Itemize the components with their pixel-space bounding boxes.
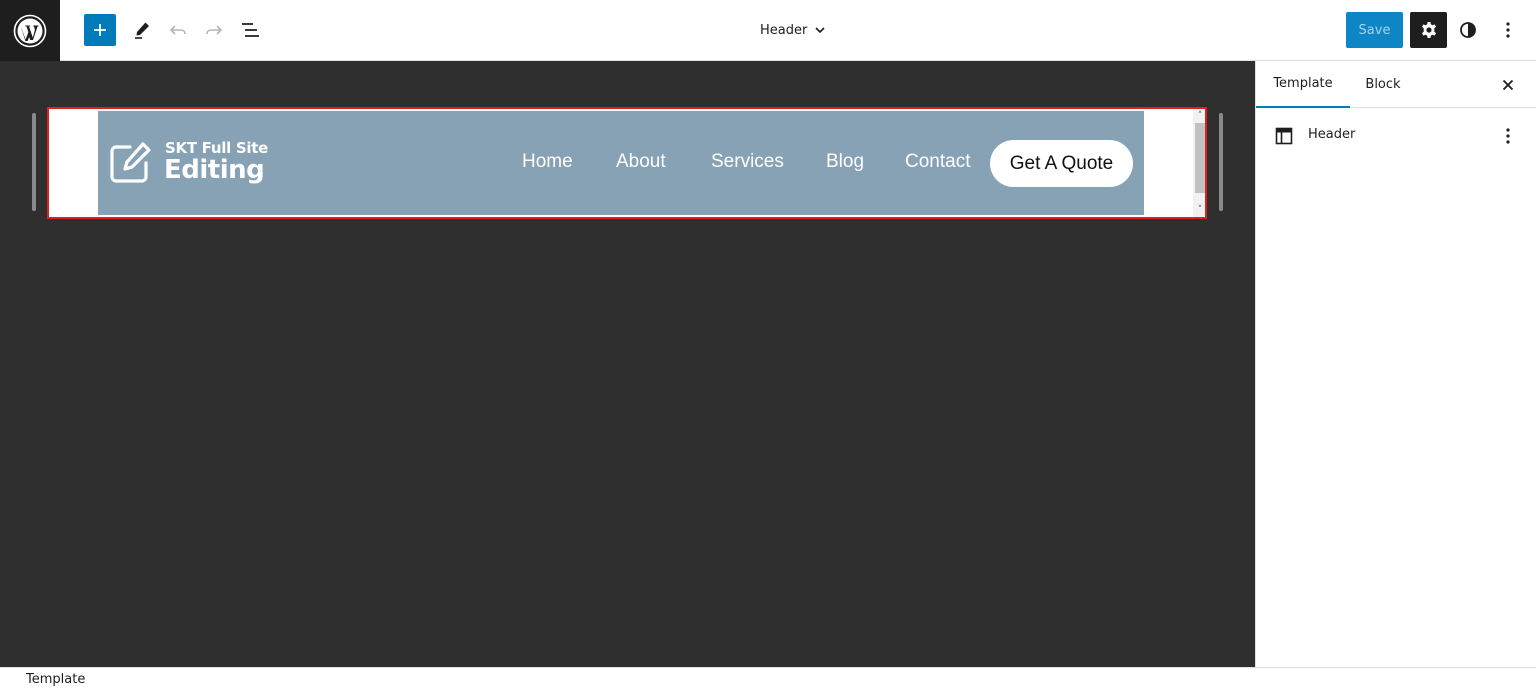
redo-button[interactable]	[198, 14, 230, 46]
editor-canvas: SKT Full Site Editing Home About Service…	[0, 61, 1255, 667]
close-sidebar-button[interactable]	[1496, 73, 1520, 97]
breadcrumb-template[interactable]: Template	[26, 672, 85, 687]
undo-button[interactable]	[162, 14, 194, 46]
scroll-up-arrow-icon[interactable]: ˄	[1195, 111, 1205, 121]
document-title-dropdown[interactable]: Header	[760, 18, 827, 42]
layout-icon	[1275, 127, 1293, 145]
save-button[interactable]: Save	[1346, 12, 1403, 48]
nav-link-contact[interactable]: Contact	[905, 151, 970, 173]
settings-button[interactable]	[1410, 12, 1447, 48]
resize-handle-right[interactable]	[1219, 113, 1223, 211]
frame-scrollbar[interactable]: ˄ ˅	[1193, 109, 1205, 217]
plus-icon	[94, 24, 106, 36]
vertical-ellipsis-icon	[1506, 22, 1510, 38]
styles-button[interactable]	[1454, 14, 1482, 46]
get-a-quote-button[interactable]: Get A Quote	[990, 140, 1133, 187]
add-block-button[interactable]	[84, 14, 116, 46]
close-icon	[1502, 79, 1514, 91]
scroll-thumb[interactable]	[1195, 123, 1205, 193]
tools-button[interactable]	[126, 14, 158, 46]
half-circle-icon	[1460, 22, 1476, 38]
tab-block[interactable]: Block	[1357, 61, 1409, 108]
block-breadcrumb-bar: Template	[0, 667, 1536, 692]
nav-link-services[interactable]: Services	[711, 151, 784, 173]
nav-link-about[interactable]: About	[616, 151, 666, 173]
nav-link-blog[interactable]: Blog	[826, 151, 864, 173]
resize-handle-left[interactable]	[32, 113, 36, 211]
template-card-title: Header	[1308, 127, 1356, 142]
wordpress-logo-button[interactable]	[0, 0, 60, 61]
chevron-down-icon	[815, 27, 825, 34]
options-button[interactable]	[1494, 14, 1522, 46]
template-part-frame[interactable]: SKT Full Site Editing Home About Service…	[47, 107, 1207, 219]
sidebar-tabs: Template Block	[1256, 61, 1536, 108]
vertical-ellipsis-icon	[1506, 128, 1510, 144]
edit-square-icon	[110, 142, 151, 183]
site-title-line2[interactable]: Editing	[164, 155, 265, 185]
settings-sidebar: Template Block Header	[1255, 61, 1536, 667]
gear-icon	[1421, 22, 1436, 38]
template-card-options-button[interactable]	[1496, 124, 1520, 148]
editor-toolbar: Header Save	[0, 0, 1536, 61]
wordpress-icon	[13, 14, 47, 47]
nav-link-home[interactable]: Home	[522, 151, 573, 173]
document-title: Header	[760, 22, 808, 38]
list-view-button[interactable]	[234, 14, 266, 46]
template-card: Header	[1256, 116, 1536, 156]
site-header-block[interactable]: SKT Full Site Editing Home About Service…	[98, 111, 1144, 215]
tab-template[interactable]: Template	[1256, 61, 1350, 108]
pencil-icon	[135, 22, 149, 39]
undo-icon	[169, 25, 186, 35]
scroll-down-arrow-icon[interactable]: ˅	[1195, 205, 1205, 215]
redo-icon	[206, 25, 223, 35]
list-view-icon	[242, 23, 259, 37]
